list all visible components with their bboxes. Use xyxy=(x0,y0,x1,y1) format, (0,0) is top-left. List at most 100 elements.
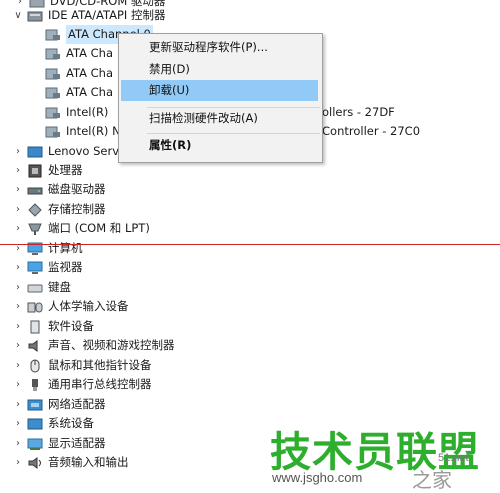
chevron-right-icon[interactable]: › xyxy=(12,219,24,238)
ata-channel-icon xyxy=(45,28,61,42)
tree-label: ATA Cha xyxy=(66,46,113,60)
chevron-right-icon[interactable]: › xyxy=(12,239,24,258)
menu-item-update-driver[interactable]: 更新驱动程序软件(P)... xyxy=(121,37,318,58)
tree-label: 系统设备 xyxy=(48,416,94,430)
system-device-icon xyxy=(27,417,43,431)
tree-label: 鼠标和其他指针设备 xyxy=(48,358,152,372)
chevron-right-icon[interactable]: › xyxy=(12,375,24,394)
chevron-right-icon[interactable]: › xyxy=(12,414,24,433)
software-device-icon xyxy=(27,320,43,334)
tree-row-mice[interactable]: › 鼠标和其他指针设备 xyxy=(12,356,152,375)
processor-icon xyxy=(27,164,43,178)
tree-row-intel-ich7[interactable]: Intel(R) N xyxy=(30,122,121,141)
chevron-right-icon[interactable]: › xyxy=(12,297,24,316)
tree-label: 键盘 xyxy=(48,280,71,294)
watermark-url: www.jsgho.com xyxy=(272,470,363,485)
chevron-right-icon[interactable]: › xyxy=(12,278,24,297)
chevron-down-icon[interactable]: ∨ xyxy=(12,6,24,25)
tree-label: 计算机 xyxy=(48,241,83,255)
tree-row-processor[interactable]: › 处理器 xyxy=(12,161,83,180)
tree-label: IDE ATA/ATAPI 控制器 xyxy=(48,8,166,22)
ata-channel-icon xyxy=(45,47,61,61)
tree-label: ATA Cha xyxy=(66,66,113,80)
tree-row-ports[interactable]: › 端口 (COM 和 LPT) xyxy=(12,219,150,238)
chevron-right-icon[interactable]: › xyxy=(12,142,24,161)
audio-io-icon xyxy=(27,456,43,470)
display-adapter-icon xyxy=(27,437,43,451)
chevron-right-icon[interactable]: › xyxy=(12,356,24,375)
menu-separator xyxy=(147,133,320,134)
context-menu: 更新驱动程序软件(P)... 禁用(D) 卸载(U) 扫描检测硬件改动(A) 属… xyxy=(118,33,323,163)
tree-label: 软件设备 xyxy=(48,319,94,333)
tree-label: 人体学输入设备 xyxy=(48,299,129,313)
tree-row-ata-channel-3[interactable]: ATA Cha xyxy=(30,83,113,102)
tree-label: Intel(R) N xyxy=(66,124,121,138)
tree-row-audio-io[interactable]: › 音频输入和输出 xyxy=(12,453,129,472)
storage-controller-icon xyxy=(27,202,43,217)
chevron-right-icon[interactable]: › xyxy=(12,200,24,219)
tree-row-system-devices[interactable]: › 系统设备 xyxy=(12,414,94,433)
menu-item-scan-hardware[interactable]: 扫描检测硬件改动(A) xyxy=(121,108,318,129)
ata-channel-icon xyxy=(45,67,61,81)
tree-label: 处理器 xyxy=(48,163,83,177)
tree-label-overflow: Controller - 27C0 xyxy=(322,124,421,138)
divider-line xyxy=(0,244,500,245)
tree-row-monitors[interactable]: › 监视器 xyxy=(12,258,83,277)
network-adapter-icon xyxy=(27,398,43,412)
tree-label: Lenovo Serv xyxy=(48,144,120,158)
ide-controller-icon xyxy=(27,9,43,23)
mouse-icon xyxy=(27,359,43,373)
tree-row-hid[interactable]: › 人体学输入设备 xyxy=(12,297,129,316)
tree-row-ide-controller[interactable]: ∨ IDE ATA/ATAPI 控制器 xyxy=(12,6,165,25)
tree-row-sound-video-game[interactable]: › 声音、视频和游戏控制器 xyxy=(12,336,175,355)
tree-label: 监视器 xyxy=(48,260,83,274)
ata-channel-icon xyxy=(45,86,61,100)
chevron-right-icon[interactable]: › xyxy=(12,336,24,355)
tree-row-display-adapters[interactable]: › 显示适配器 xyxy=(12,434,106,453)
watermark-net: 51.net xyxy=(438,452,469,464)
tree-label: 声音、视频和游戏控制器 xyxy=(48,338,175,352)
tree-label: 通用串行总线控制器 xyxy=(48,377,152,391)
usb-icon xyxy=(27,378,43,392)
tree-label: 磁盘驱动器 xyxy=(48,182,106,196)
tree-label: 存储控制器 xyxy=(48,202,106,216)
tree-label: 网络适配器 xyxy=(48,397,106,411)
tree-label: 音频输入和输出 xyxy=(48,455,129,469)
chevron-right-icon[interactable]: › xyxy=(12,258,24,277)
watermark: 技术员联盟 51.net www.jsgho.com 之家 xyxy=(268,418,498,492)
port-icon xyxy=(27,222,43,236)
chevron-right-icon[interactable]: › xyxy=(12,434,24,453)
keyboard-icon xyxy=(27,281,43,295)
tree-row-network-adapters[interactable]: › 网络适配器 xyxy=(12,395,106,414)
human-interface-device-icon xyxy=(27,300,43,314)
chevron-right-icon[interactable]: › xyxy=(12,180,24,199)
ata-channel-icon xyxy=(45,106,61,120)
tree-row-lenovo[interactable]: › Lenovo Serv xyxy=(12,142,119,161)
tree-row-storage-controllers[interactable]: › 存储控制器 xyxy=(12,200,106,219)
tree-row-usb[interactable]: › 通用串行总线控制器 xyxy=(12,375,152,394)
tree-row-computer[interactable]: › 计算机 xyxy=(12,239,83,258)
menu-item-disable[interactable]: 禁用(D) xyxy=(121,59,318,80)
chevron-right-icon[interactable]: › xyxy=(12,317,24,336)
speaker-icon xyxy=(27,339,43,353)
disk-drive-icon xyxy=(27,183,43,197)
menu-item-properties[interactable]: 属性(R) xyxy=(121,135,318,156)
menu-item-uninstall[interactable]: 卸载(U) xyxy=(121,80,318,101)
tree-label: Intel(R) xyxy=(66,105,109,119)
tree-row-ata-channel-2[interactable]: ATA Cha xyxy=(30,64,113,83)
chevron-right-icon[interactable]: › xyxy=(12,161,24,180)
ata-channel-icon xyxy=(45,125,61,139)
chevron-right-icon[interactable]: › xyxy=(12,453,24,472)
tree-label: ATA Cha xyxy=(66,85,113,99)
tree-row-ata-channel-1[interactable]: ATA Cha xyxy=(30,44,113,63)
tree-label: 显示适配器 xyxy=(48,436,106,450)
tree-label: 端口 (COM 和 LPT) xyxy=(48,221,150,235)
tree-row-intel-ahci[interactable]: Intel(R) xyxy=(30,103,108,122)
watermark-ghost: 之家 xyxy=(412,468,452,492)
tree-row-disk-drives[interactable]: › 磁盘驱动器 xyxy=(12,180,106,199)
tree-label-overflow: ollers - 27DF xyxy=(322,105,395,119)
tree-row-software-devices[interactable]: › 软件设备 xyxy=(12,317,94,336)
lenovo-device-icon xyxy=(27,145,43,159)
chevron-right-icon[interactable]: › xyxy=(12,395,24,414)
tree-row-keyboards[interactable]: › 键盘 xyxy=(12,278,71,297)
